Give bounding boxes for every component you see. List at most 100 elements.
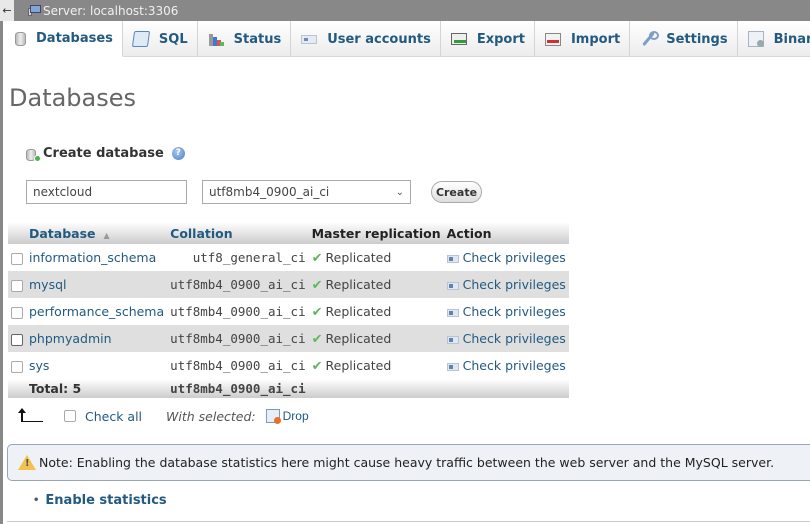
user-accounts-icon xyxy=(301,34,318,44)
privileges-icon xyxy=(446,281,459,290)
check-icon: ✔ xyxy=(311,304,323,320)
collation-select[interactable]: utf8mb4_0900_ai_ci ⌄ xyxy=(202,180,411,204)
drop-icon xyxy=(265,409,281,424)
bullet: • xyxy=(33,495,40,506)
check-privileges-link[interactable]: Check privileges xyxy=(443,298,569,325)
row-checkbox[interactable] xyxy=(11,279,23,292)
bulk-actions: Check all With selected: Drop xyxy=(18,408,309,424)
divider xyxy=(7,521,810,522)
enable-statistics-item: • Enable statistics xyxy=(33,493,167,508)
collation-value: utf8_general_ci xyxy=(167,244,309,271)
check-all-label[interactable]: Check all xyxy=(85,409,142,424)
collation-value: utf8mb4_0900_ai_ci xyxy=(167,298,309,325)
create-database-heading: Create database ? xyxy=(26,146,185,162)
tab-user-accounts[interactable]: User accounts xyxy=(291,21,441,57)
import-icon xyxy=(544,32,561,46)
privileges-icon xyxy=(446,335,459,344)
check-all-checkbox[interactable] xyxy=(64,410,76,422)
privileges-icon xyxy=(446,308,459,317)
tab-export[interactable]: Export xyxy=(441,21,535,57)
tab-label: Databases xyxy=(36,31,113,46)
collation-select-value: utf8mb4_0900_ai_ci xyxy=(209,185,330,199)
drop-button[interactable]: Drop xyxy=(283,409,309,423)
database-name-link[interactable]: mysql xyxy=(26,271,168,298)
tab-settings[interactable]: Settings xyxy=(630,21,738,57)
check-icon: ✔ xyxy=(311,277,323,293)
notice-text: Note: Enabling the database statistics h… xyxy=(39,455,775,470)
statistics-notice: ! Note: Enabling the database statistics… xyxy=(7,444,810,481)
header-checkbox-column xyxy=(8,222,26,244)
tab-label: SQL xyxy=(158,31,188,47)
back-arrow-icon[interactable]: ← xyxy=(0,0,14,21)
table-row: phpmyadmin utf8mb4_0900_ai_ci ✔ Replicate… xyxy=(8,325,569,352)
create-database-icon xyxy=(26,147,41,162)
total-collation: utf8mb4_0900_ai_ci xyxy=(167,379,309,398)
header-collation[interactable]: Collation xyxy=(167,222,309,244)
main-tabs: Databases SQL Status User accounts Expor… xyxy=(3,21,810,57)
tab-import[interactable]: Import xyxy=(535,21,631,57)
check-privileges-link[interactable]: Check privileges xyxy=(443,271,569,298)
tab-label: User accounts xyxy=(327,31,431,47)
privileges-icon xyxy=(446,254,459,263)
check-privileges-link[interactable]: Check privileges xyxy=(443,325,569,352)
databases-table: Database ▲ Collation Master replication A… xyxy=(8,222,569,398)
collation-value: utf8mb4_0900_ai_ci xyxy=(167,352,309,379)
check-icon: ✔ xyxy=(311,358,323,374)
total-count: Total: 5 xyxy=(26,379,168,398)
create-button[interactable]: Create xyxy=(431,181,482,203)
sort-ascending-icon: ▲ xyxy=(103,230,110,240)
tab-label: Export xyxy=(476,31,525,47)
check-icon: ✔ xyxy=(311,250,323,266)
server-title-link[interactable]: Server: localhost:3306 xyxy=(43,4,178,18)
server-icon xyxy=(28,5,41,16)
export-icon xyxy=(450,33,467,45)
help-icon[interactable]: ? xyxy=(171,147,185,160)
tab-label: Status xyxy=(233,31,282,47)
replication-status: ✔ Replicated xyxy=(308,325,444,352)
server-breadcrumb-bar: ← Server: localhost:3306 xyxy=(0,0,810,21)
collation-value: utf8mb4_0900_ai_ci xyxy=(167,271,309,298)
header-master-replication: Master replication xyxy=(308,222,444,244)
table-row: sys utf8mb4_0900_ai_ci ✔ Replicated Check… xyxy=(8,352,569,379)
row-checkbox[interactable] xyxy=(11,306,23,319)
tab-sql[interactable]: SQL xyxy=(123,21,198,57)
sql-icon xyxy=(131,31,151,47)
privileges-icon xyxy=(446,362,459,371)
table-row: mysql utf8mb4_0900_ai_ci ✔ Replicated Che… xyxy=(8,271,569,298)
header-action: Action xyxy=(443,222,569,244)
database-name-link[interactable]: sys xyxy=(26,352,168,379)
table-total-row: Total: 5 utf8mb4_0900_ai_ci xyxy=(8,379,569,398)
tab-label: Import xyxy=(570,31,621,47)
row-checkbox[interactable] xyxy=(11,360,23,373)
table-row: performance_schema utf8mb4_0900_ai_ci ✔ R… xyxy=(8,298,569,325)
collation-value: utf8mb4_0900_ai_ci xyxy=(167,325,309,352)
replication-status: ✔ Replicated xyxy=(308,298,444,325)
tab-label: Binary lo xyxy=(773,31,810,47)
check-privileges-link[interactable]: Check privileges xyxy=(443,244,569,271)
status-icon xyxy=(208,31,224,47)
page-title: Databases xyxy=(9,84,137,112)
chevron-down-icon: ⌄ xyxy=(395,186,404,198)
table-header-row: Database ▲ Collation Master replication A… xyxy=(8,222,569,244)
replication-status: ✔ Replicated xyxy=(308,352,444,379)
tab-status[interactable]: Status xyxy=(198,21,292,57)
replication-status: ✔ Replicated xyxy=(308,271,444,298)
arrow-up-left-icon xyxy=(18,408,44,424)
database-name-link[interactable]: phpmyadmin xyxy=(26,325,168,352)
binary-log-icon xyxy=(747,31,764,47)
enable-statistics-link[interactable]: Enable statistics xyxy=(45,493,166,508)
check-icon: ✔ xyxy=(311,331,323,347)
tab-label: Settings xyxy=(666,31,728,47)
replication-status: ✔ Replicated xyxy=(308,244,444,271)
database-name-input[interactable] xyxy=(26,180,187,204)
header-database[interactable]: Database ▲ xyxy=(26,222,168,244)
database-name-link[interactable]: information_schema xyxy=(26,244,168,271)
create-database-label: Create database xyxy=(43,146,164,161)
row-checkbox[interactable] xyxy=(11,333,23,346)
check-privileges-link[interactable]: Check privileges xyxy=(443,352,569,379)
tab-binary-log[interactable]: Binary lo xyxy=(738,21,810,57)
tab-databases[interactable]: Databases xyxy=(3,21,123,57)
database-icon xyxy=(15,31,26,46)
database-name-link[interactable]: performance_schema xyxy=(26,298,168,325)
row-checkbox[interactable] xyxy=(11,252,23,265)
